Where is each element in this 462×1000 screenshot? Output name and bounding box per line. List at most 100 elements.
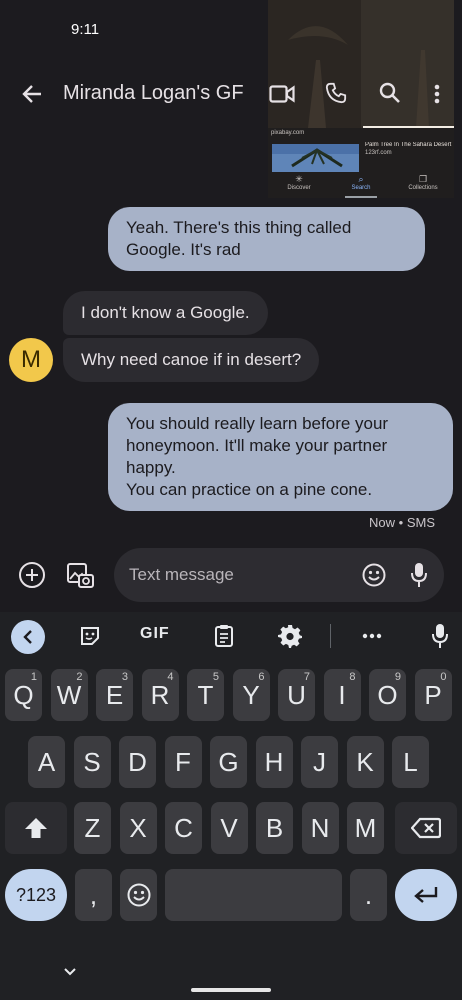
key-y[interactable]: Y6 <box>232 669 270 721</box>
more-icon[interactable] <box>358 622 386 650</box>
tab-search[interactable]: ⌕ Search <box>330 174 392 194</box>
key-label: G <box>218 746 239 777</box>
preview-tabs: ✳ Discover ⌕ Search ❐ Collections <box>268 174 454 194</box>
emoji-face-icon <box>127 883 150 907</box>
key-q[interactable]: Q1 <box>5 669 42 721</box>
tab-collections[interactable]: ❐ Collections <box>392 174 454 194</box>
key-r[interactable]: R4 <box>141 669 179 721</box>
emoji-key[interactable] <box>120 869 157 921</box>
key-label: J <box>313 746 326 777</box>
message-input-placeholder: Text message <box>129 565 234 584</box>
message-line: You can practice on a pine cone. <box>126 480 373 499</box>
sticker-icon[interactable] <box>76 622 104 650</box>
key-label: F <box>175 746 191 777</box>
shift-icon <box>25 818 47 838</box>
key-w[interactable]: W2 <box>50 669 88 721</box>
palm-tree-image[interactable] <box>272 144 359 172</box>
voice-input-icon[interactable] <box>406 560 432 590</box>
key-label: H <box>264 746 284 777</box>
key-label: A <box>37 746 56 777</box>
key-k[interactable]: K <box>346 736 384 788</box>
preview-caption: Palm Tree In The Sahara Desert St... <box>365 142 453 148</box>
period-key[interactable]: . <box>350 869 387 921</box>
key-p[interactable]: P0 <box>414 669 452 721</box>
phone-call-icon[interactable] <box>322 79 350 107</box>
key-a[interactable]: A <box>28 736 65 788</box>
key-i[interactable]: I8 <box>323 669 361 721</box>
key-t[interactable]: T5 <box>187 669 224 721</box>
key-h[interactable]: H <box>255 736 293 788</box>
key-s[interactable]: S <box>73 736 111 788</box>
key-label: M <box>354 812 377 843</box>
space-key[interactable] <box>165 869 342 921</box>
outgoing-message[interactable]: Yeah. There's this thing called Google. … <box>108 207 425 271</box>
key-label: Z <box>84 812 101 843</box>
tab-discover[interactable]: ✳ Discover <box>268 174 330 194</box>
key-label: Y <box>242 679 260 710</box>
incoming-message[interactable]: Why need canoe if in desert? <box>63 338 320 382</box>
clipboard-icon[interactable] <box>210 622 238 650</box>
key-l[interactable]: L <box>392 736 429 788</box>
message-line: You should really learn before your hone… <box>126 414 389 477</box>
collections-icon: ❐ <box>418 174 428 184</box>
key-hint: 1 <box>30 671 37 683</box>
discover-icon: ✳ <box>295 174 303 184</box>
key-hint: 9 <box>394 671 401 683</box>
keyboard-collapse-icon[interactable] <box>11 620 45 654</box>
search-tab-icon: ⌕ <box>358 174 364 184</box>
outgoing-message[interactable]: You should really learn before your hone… <box>108 403 453 511</box>
key-label: U <box>287 679 306 710</box>
key-e[interactable]: E3 <box>96 669 133 721</box>
search-icon[interactable] <box>376 79 404 107</box>
video-call-icon[interactable] <box>268 80 296 108</box>
settings-icon[interactable] <box>276 622 304 650</box>
key-hint: 3 <box>121 671 128 683</box>
status-time: 9:11 <box>71 21 100 38</box>
preview-handle <box>345 196 377 198</box>
key-v[interactable]: V <box>210 802 248 854</box>
key-f[interactable]: F <box>164 736 202 788</box>
message-status: Now • SMS <box>369 515 435 530</box>
key-c[interactable]: C <box>165 802 202 854</box>
key-hint: 8 <box>349 671 356 683</box>
key-o[interactable]: O9 <box>369 669 406 721</box>
preview-source-1: pixabay.com <box>271 130 305 136</box>
key-j[interactable]: J <box>301 736 338 788</box>
key-d[interactable]: D <box>119 736 156 788</box>
shift-key[interactable] <box>5 802 67 854</box>
avatar[interactable]: M <box>9 338 53 382</box>
toolbar-divider <box>330 624 331 648</box>
key-label: D <box>128 746 147 777</box>
key-label: C <box>174 812 193 843</box>
key-b[interactable]: B <box>256 802 293 854</box>
emoji-icon[interactable] <box>360 561 388 589</box>
key-x[interactable]: X <box>119 802 157 854</box>
gallery-icon[interactable] <box>64 559 96 591</box>
enter-key[interactable] <box>395 869 457 921</box>
key-g[interactable]: G <box>210 736 247 788</box>
key-m[interactable]: M <box>347 802 384 854</box>
more-options-icon[interactable] <box>424 80 450 108</box>
key-u[interactable]: U7 <box>278 669 315 721</box>
back-icon[interactable] <box>18 80 46 108</box>
key-label: K <box>356 746 374 777</box>
key-hint: 5 <box>212 671 219 683</box>
key-hint: 0 <box>440 671 447 683</box>
key-hint: 2 <box>76 671 83 683</box>
backspace-key[interactable] <box>395 802 457 854</box>
key-label: O <box>377 679 398 710</box>
key-label: Q <box>13 679 34 710</box>
gesture-nav-handle[interactable] <box>191 988 271 992</box>
symbols-key[interactable]: ?123 <box>5 869 67 921</box>
hide-keyboard-icon[interactable] <box>60 962 80 982</box>
key-z[interactable]: Z <box>74 802 111 854</box>
incoming-message[interactable]: I don't know a Google. <box>63 291 268 335</box>
key-n[interactable]: N <box>301 802 339 854</box>
gif-button[interactable]: GIF <box>140 625 170 643</box>
comma-key[interactable]: , <box>75 869 112 921</box>
keyboard-mic-icon[interactable] <box>428 622 452 650</box>
key-label: S <box>83 746 101 777</box>
add-attachment-icon[interactable] <box>18 561 46 589</box>
key-label: N <box>310 812 330 843</box>
conversation-title: Miranda Logan's GF <box>63 82 244 104</box>
